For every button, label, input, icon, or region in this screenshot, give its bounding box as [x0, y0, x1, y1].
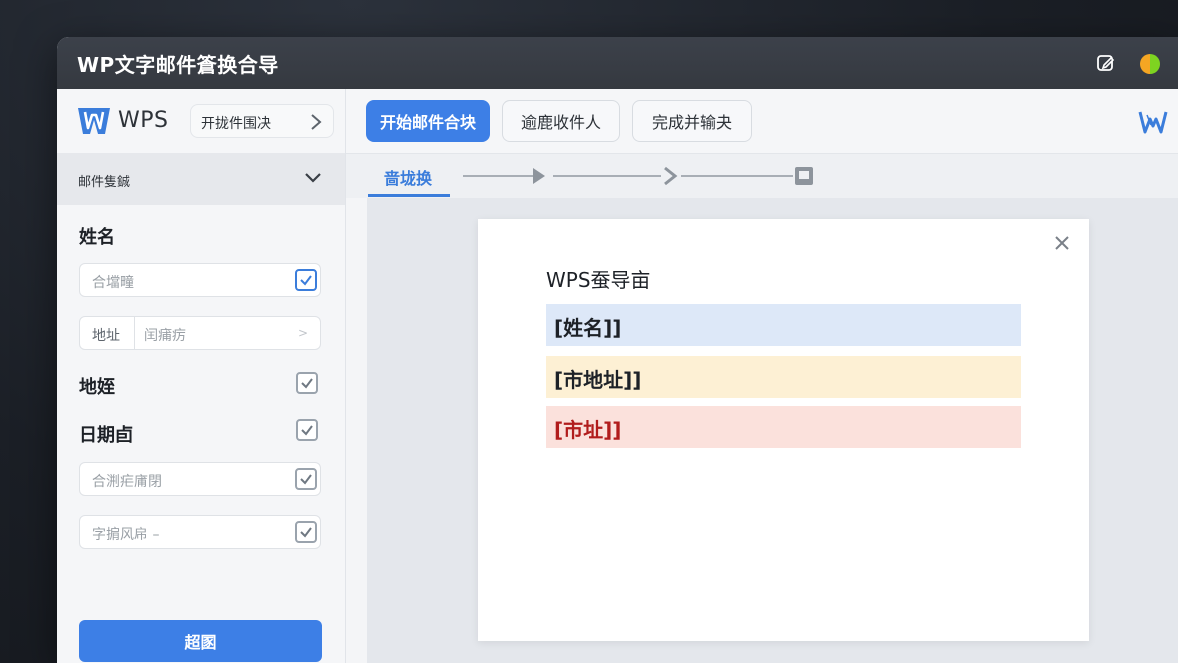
template-selector-button[interactable]: 开拢件围决	[190, 104, 334, 138]
chevron-down-icon[interactable]	[303, 170, 323, 186]
merge-option-checkbox-1[interactable]	[295, 468, 317, 490]
merge-field-name[interactable]: [姓名]]	[546, 304, 1021, 346]
address-prefix: 地址	[80, 317, 135, 349]
checkmark-icon	[301, 425, 313, 436]
step-progress-track	[463, 166, 813, 186]
status-dot-icon[interactable]	[1140, 54, 1160, 74]
close-icon[interactable]	[1051, 232, 1073, 254]
document-title: WPS蚕导亩	[546, 268, 651, 292]
title-bar: WP文字邮件篬换合导	[57, 37, 1178, 89]
address-arrow: >	[297, 326, 308, 340]
merge-option-checkbox-2[interactable]	[295, 521, 317, 543]
merge-option-placeholder-2: 字掮风帍 –	[92, 527, 160, 543]
sidebar-primary-button[interactable]: 超圂	[79, 620, 322, 662]
wps-logo-icon	[78, 108, 110, 134]
field-label-location: 地姪	[79, 377, 115, 398]
location-checkbox[interactable]	[296, 372, 318, 394]
step-bar: 啬垅换	[346, 154, 1178, 198]
chevron-right-icon	[311, 114, 322, 130]
name-field-placeholder: 合壋疃	[92, 275, 134, 291]
checkmark-icon	[300, 474, 312, 485]
name-field[interactable]: 合壋疃	[79, 263, 321, 297]
sidebar: WPS 开拢件围决 邮件隻鋮 姓名 合壋疃 地址 闰痡疠 > 地姪 日期卣 合渆…	[57, 89, 346, 663]
merge-option-field-1[interactable]: 合渆疟庯閉	[79, 462, 321, 496]
merge-option-placeholder-1: 合渆疟庯閉	[92, 474, 162, 490]
section-header[interactable]: 邮件隻鋮	[57, 153, 345, 205]
date-checkbox[interactable]	[296, 419, 318, 441]
finish-merge-button[interactable]: 完成并输夬	[632, 100, 752, 142]
app-window: WP文字邮件篬换合导 WPS 开拢件围决 邮件隻鋮 姓名 合壋疃 地址 闰痡疠 …	[57, 37, 1178, 663]
wps-logo-icon	[1138, 111, 1168, 134]
field-label-date: 日期卣	[79, 425, 133, 446]
window-title: WP文字邮件篬换合导	[77, 52, 279, 77]
name-checkbox[interactable]	[295, 269, 317, 291]
merge-field-city-address[interactable]: [市地址]]	[546, 356, 1021, 398]
brand-name: WPS	[118, 108, 169, 133]
edit-window-icon[interactable]	[1096, 53, 1116, 73]
document-page: WPS蚕导亩 [姓名]] [市地址]] [市址]]	[478, 219, 1089, 641]
step-underline	[368, 194, 450, 197]
address-field[interactable]: 地址 闰痡疠 >	[79, 316, 321, 350]
address-placeholder: 闰痡疠	[144, 328, 186, 344]
checkmark-icon	[300, 527, 312, 538]
select-recipients-button[interactable]: 逾鹿收件人	[502, 100, 620, 142]
template-selector-label: 开拢件围决	[201, 116, 271, 132]
section-title: 邮件隻鋮	[78, 175, 131, 190]
main-toolbar: 开始邮件合块 逾鹿收件人 完成并输夬	[346, 89, 1178, 154]
merge-option-field-2[interactable]: 字掮风帍 –	[79, 515, 321, 549]
field-label-name: 姓名	[79, 227, 115, 248]
start-merge-button[interactable]: 开始邮件合块	[366, 100, 490, 142]
checkmark-icon	[301, 378, 313, 389]
brand-row: WPS 开拢件围决	[57, 89, 345, 153]
merge-field-address[interactable]: [市址]]	[546, 406, 1021, 448]
checkmark-icon	[300, 275, 312, 286]
document-canvas: WPS蚕导亩 [姓名]] [市地址]] [市址]]	[367, 198, 1178, 663]
step-tab-active[interactable]: 啬垅换	[384, 165, 432, 189]
